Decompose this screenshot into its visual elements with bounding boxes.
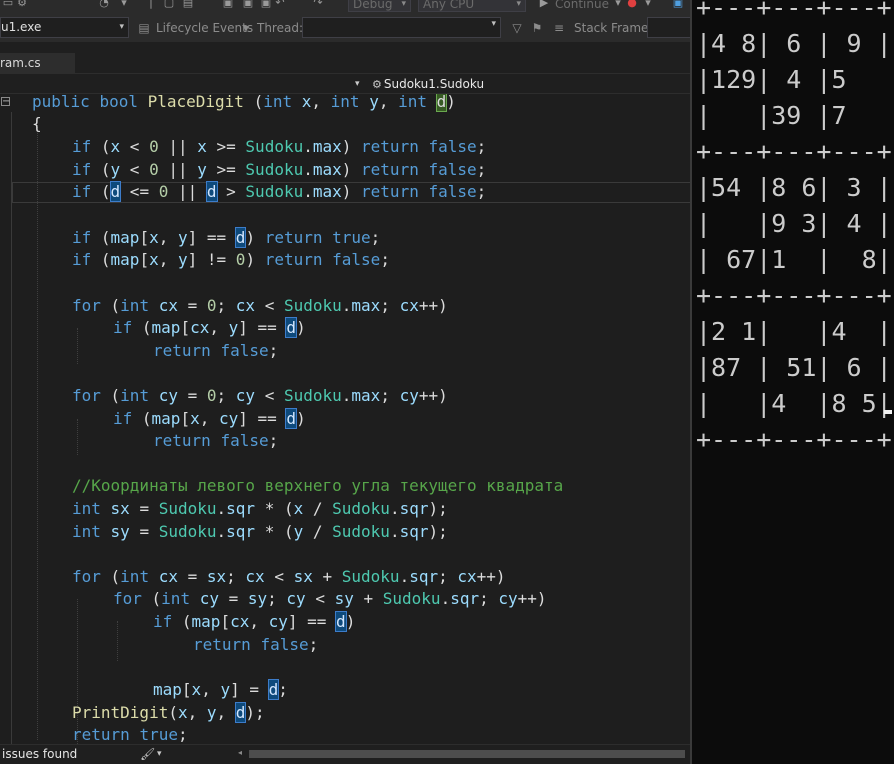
document-tab-row: ram.cs (0, 42, 690, 74)
chevron-down-icon[interactable]: ▾ (157, 746, 162, 763)
indent-guide (77, 419, 78, 455)
code-line-12: return false; (153, 341, 279, 360)
code-line-24: if (map[cx, cy] == d) (153, 611, 356, 632)
undo-icon[interactable]: ↶ (274, 0, 286, 10)
code-line-7: if (map[x, y] == d) return true; (72, 227, 381, 248)
code-line-15: if (map[x, cy] == d) (113, 408, 306, 429)
indent-guide (37, 125, 38, 740)
code-line-10: for (int cx = 0; cx < Sudoku.max; cx++) (72, 296, 448, 315)
chevron-down-icon[interactable]: ▾ (355, 76, 360, 92)
continue-icon[interactable]: ▶ (538, 0, 550, 10)
save-file-icon[interactable]: ▣ (242, 0, 254, 10)
redo-icon[interactable]: ↷ (312, 0, 324, 10)
code-line-25: return false; (193, 635, 319, 654)
console-line: +---+---+---+ (696, 281, 892, 310)
code-line-29: return true; (72, 725, 188, 744)
dropdown-icon[interactable]: ▾ (612, 0, 624, 10)
code-line-1: public bool PlaceDigit (int x, int y, in… (32, 94, 456, 112)
chevron-down-icon[interactable]: ▾ (239, 20, 253, 36)
scroll-left-icon[interactable]: ◂ (238, 748, 242, 757)
code-line-27: map[x, y] = d; (153, 679, 288, 700)
thread-combo[interactable]: ▾ (302, 17, 501, 38)
code-line-22: for (int cx = sx; cx < sx + Sudoku.sqr; … (72, 567, 506, 586)
forward-icon[interactable]: ▾ (118, 0, 130, 10)
code-line-16: return false; (153, 431, 279, 450)
code-editor[interactable]: − public bool PlaceDigit (int x, int y, … (0, 94, 690, 744)
horizontal-scrollbar-thumb[interactable] (249, 750, 685, 758)
save-icon[interactable]: ▭ (2, 0, 14, 10)
console-line: | 67|1 | 8| (696, 245, 892, 274)
indent-guide (77, 328, 78, 364)
console-line: |4 8| 6 | 9 | (696, 29, 892, 58)
configuration-combo[interactable]: Debug ▾ (348, 0, 411, 12)
back-icon[interactable]: ◔ (98, 0, 110, 10)
console-line: +---+---+---+ (696, 0, 892, 22)
code-line-8: if (map[x, y] != 0) return false; (72, 250, 390, 269)
code-line-2: { (32, 114, 42, 133)
filter-icon[interactable]: ▽ (510, 20, 524, 36)
console-line: |54 |8 6| 3 | (696, 173, 892, 202)
indent-guide (117, 621, 118, 661)
code-line-28: PrintDigit(x, y, d); (72, 702, 265, 723)
collapse-icon[interactable]: − (1, 97, 10, 107)
stack-icon: ≡ (553, 21, 565, 35)
code-line-3: if (x < 0 || x >= Sudoku.max) return fal… (72, 137, 487, 156)
configuration-value: Debug (353, 0, 393, 11)
open-icon[interactable]: ▤ (182, 0, 194, 10)
save-all-icon[interactable]: ▣ (222, 0, 234, 10)
console-line: | |39 |7 | (696, 101, 894, 130)
stack-frame-combo[interactable] (647, 17, 690, 38)
stack-frame-label: Stack Frame: (574, 21, 653, 35)
code-line-5: if (d <= 0 || d > Sudoku.max) return fal… (72, 181, 487, 202)
console-line: | |9 3| 4 | (696, 209, 892, 238)
console-cursor (884, 410, 892, 414)
editor-status-bar: issues found 🖌 ▾ ◂ (0, 744, 690, 764)
tab-program-cs[interactable]: ram.cs (0, 53, 75, 73)
ide-window: ▭ ⚙ ◔ ▾ | ▢ ▤ ▣ ▣ ▣ ↶ ↷ Debug ▾ Any CPU … (0, 0, 690, 764)
member-label: Sudoku1.Sudoku (383, 77, 485, 91)
divider-icon: | (149, 0, 153, 9)
debug-icon[interactable]: ▣ (672, 0, 684, 10)
tab-label: ram.cs (0, 56, 41, 70)
code-line-23: for (int cy = sy; cy < sy + Sudoku.sqr; … (113, 589, 547, 608)
console-line: | |4 |8 5| (696, 389, 892, 418)
debug-location-toolbar: u1.exe ▾ ▤ Lifecycle Events ▾ Thread: ▾ … (0, 14, 690, 42)
thread-label: Thread: (257, 21, 304, 35)
method-icon: ⚙ (372, 78, 382, 91)
continue-label[interactable]: Continue (555, 0, 609, 12)
new-item-icon[interactable]: ▢ (163, 0, 175, 10)
settings-icon[interactable]: ⚙ (16, 0, 28, 10)
member-dropdown[interactable]: ⚙ Sudoku1.Sudoku (372, 76, 484, 93)
process-value: u1.exe (1, 20, 42, 34)
chevron-down-icon: ▾ (401, 0, 406, 9)
outline-line (11, 112, 12, 744)
console-line: |2 1| |4 | (696, 317, 892, 346)
console-line: +---+---+---+ (696, 137, 892, 166)
console-line: |87 | 51| 6 | (696, 353, 892, 382)
copy-icon[interactable]: ▣ (260, 0, 272, 10)
code-line-11: if (map[cx, y] == d) (113, 317, 306, 338)
console-line: |129| 4 |5 | (696, 65, 894, 94)
lifecycle-icon: ▤ (138, 21, 150, 35)
chevron-down-icon: ▾ (119, 22, 124, 32)
code-line-19: int sx = Sudoku.sqr * (x / Sudoku.sqr); (72, 499, 448, 518)
code-line-20: int sy = Sudoku.sqr * (y / Sudoku.sqr); (72, 522, 448, 541)
breakpoint-icon[interactable]: ● (626, 0, 638, 10)
brush-icon[interactable]: 🖌 (140, 746, 155, 763)
chevron-down-icon: ▾ (516, 0, 521, 9)
process-combo[interactable]: u1.exe ▾ (0, 17, 129, 38)
issues-status[interactable]: issues found (2, 746, 77, 763)
code-line-4: if (y < 0 || y >= Sudoku.max) return fal… (72, 160, 487, 179)
platform-combo[interactable]: Any CPU ▾ (418, 0, 526, 12)
chevron-down-icon: ▾ (491, 19, 496, 29)
console-line: +---+---+---+ (696, 425, 892, 454)
flag-icon[interactable]: ⚑ (530, 20, 544, 36)
dropdown-icon[interactable]: ▾ (642, 0, 654, 10)
code-line-14: for (int cy = 0; cy < Sudoku.max; cy++) (72, 386, 448, 405)
platform-value: Any CPU (423, 0, 475, 11)
navigation-bar: ▾ ⚙ Sudoku1.Sudoku (0, 74, 690, 94)
main-toolbar: ▭ ⚙ ◔ ▾ | ▢ ▤ ▣ ▣ ▣ ↶ ↷ Debug ▾ Any CPU … (0, 0, 690, 14)
console-window: +---+---+---+ |4 8| 6 | 9 | |129| 4 |5 |… (690, 0, 894, 764)
code-comment: //Координаты левого верхнего угла текуще… (72, 476, 564, 495)
